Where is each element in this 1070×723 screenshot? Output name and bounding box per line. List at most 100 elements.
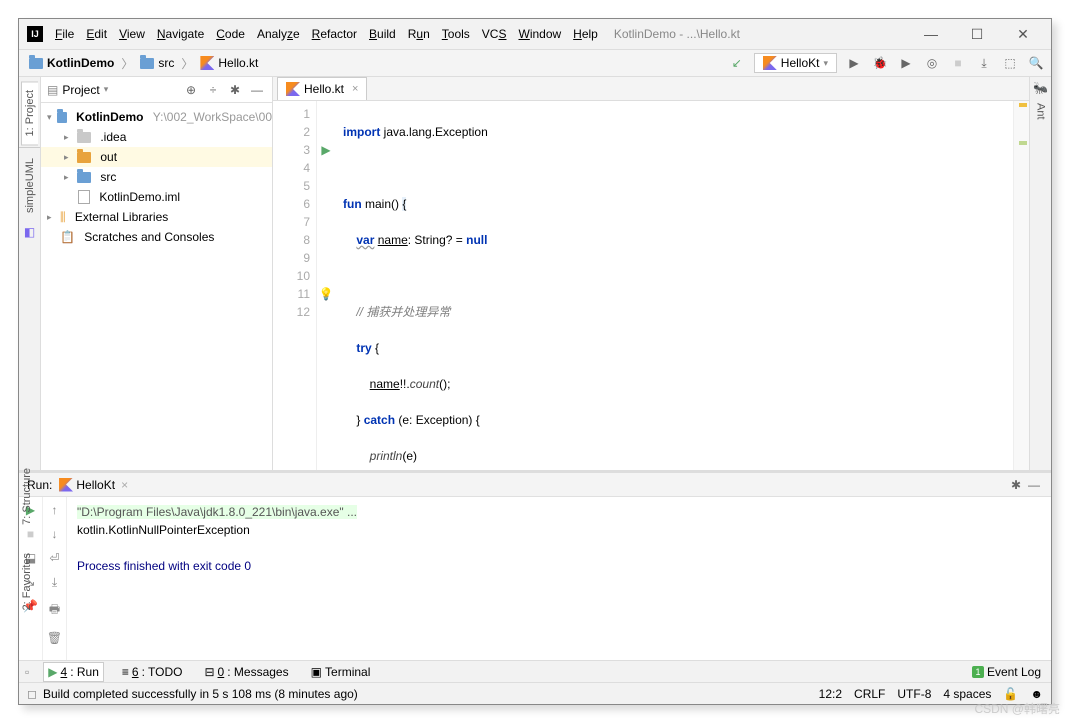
- kotlin-icon: [763, 56, 777, 70]
- run-toolbar-right: ↑ ↓ ⏎ ⤓ 🖶 🗑: [43, 497, 67, 660]
- print-button[interactable]: 🖶: [49, 600, 60, 621]
- menu-vcs[interactable]: VCS: [478, 25, 511, 43]
- tab-ant[interactable]: Ant: [1033, 95, 1049, 128]
- status-icon: ◻: [27, 687, 37, 701]
- left-lower-tabs: 7: Structure 2: Favorites: [19, 460, 41, 618]
- tree-src[interactable]: ▸ src: [41, 167, 272, 187]
- tree-iml[interactable]: KotlinDemo.iml: [41, 187, 272, 207]
- run-gutter-icon[interactable]: ▶: [321, 143, 330, 157]
- uml-icon: ◧: [24, 225, 35, 239]
- breadcrumb-src[interactable]: src: [136, 54, 178, 72]
- profile-button[interactable]: ◎: [923, 54, 941, 72]
- error-stripe[interactable]: [1013, 101, 1029, 470]
- readonly-icon[interactable]: 🔓: [1003, 687, 1018, 701]
- menu-run[interactable]: Run: [404, 25, 434, 43]
- code-content[interactable]: import java.lang.Exception fun main() { …: [335, 101, 1013, 470]
- bulb-icon[interactable]: 💡: [319, 287, 334, 301]
- minimize-button[interactable]: —: [919, 26, 943, 43]
- build-icon[interactable]: ↙: [728, 54, 746, 72]
- run-config-selector[interactable]: HelloKt ▾: [754, 53, 837, 73]
- project-tree: ▾ KotlinDemo Y:\002_WorkSpace\00 ▸ .idea…: [41, 103, 272, 251]
- maximize-button[interactable]: ☐: [965, 26, 989, 43]
- window-title: KotlinDemo - ...\Hello.kt: [614, 27, 740, 41]
- tree-scratch[interactable]: 📋 Scratches and Consoles: [41, 227, 272, 247]
- indent[interactable]: 4 spaces: [943, 687, 991, 701]
- inspector-icon[interactable]: ☻: [1030, 687, 1043, 701]
- tree-root[interactable]: ▾ KotlinDemo Y:\002_WorkSpace\00: [41, 107, 272, 127]
- gutter-icons: ▶ 💡: [317, 101, 335, 470]
- run-panel: Run: HelloKt × ✱ — ▶ ■ ⬓ ↘ 📌 ↑ ↓ ⏎ ⤓ 🖶 🗑: [19, 470, 1051, 660]
- run-button[interactable]: ▶: [845, 54, 863, 72]
- tab-terminal[interactable]: ▣ Terminal: [307, 663, 375, 681]
- run-config-name[interactable]: HelloKt: [76, 478, 115, 492]
- menubar: File Edit View Navigate Code Analyze Ref…: [51, 25, 602, 43]
- search-icon[interactable]: 🔍: [1027, 54, 1045, 72]
- editor-area: Hello.kt × 123456789101112 ▶ 💡 import ja…: [273, 77, 1029, 470]
- tab-run[interactable]: ▶4: Run: [43, 662, 104, 682]
- tab-eventlog[interactable]: 1 Event Log: [968, 663, 1045, 681]
- tab-project[interactable]: 1: Project: [21, 81, 38, 145]
- tab-favorites[interactable]: 2: Favorites: [19, 545, 35, 618]
- menu-build[interactable]: Build: [365, 25, 400, 43]
- project-view-icon: ▤: [47, 83, 58, 97]
- main-area: 1: Project simpleUML ◧ ▤ Project ▾ ⊕ ÷ ✱…: [19, 77, 1051, 470]
- close-tab-icon[interactable]: ×: [352, 83, 358, 95]
- tool-window-quick-access[interactable]: ▫: [25, 665, 29, 679]
- debug-button[interactable]: 🐞: [871, 54, 889, 72]
- vcs-button[interactable]: ⤓: [975, 54, 993, 72]
- breadcrumb-project[interactable]: KotlinDemo: [25, 54, 118, 72]
- menu-code[interactable]: Code: [212, 25, 249, 43]
- settings-icon[interactable]: ✱: [226, 81, 244, 99]
- hide-run-icon[interactable]: —: [1025, 476, 1043, 494]
- tab-todo[interactable]: ≡ 6: TODO: [118, 663, 187, 681]
- tab-structure[interactable]: 7: Structure: [19, 460, 35, 533]
- collapse-icon[interactable]: ÷: [204, 81, 222, 99]
- menu-tools[interactable]: Tools: [438, 25, 474, 43]
- menu-analyze[interactable]: Analyze: [253, 25, 304, 43]
- window-controls: — ☐ ✕: [919, 26, 1043, 43]
- menu-view[interactable]: View: [115, 25, 149, 43]
- close-button[interactable]: ✕: [1011, 26, 1035, 43]
- menu-navigate[interactable]: Navigate: [153, 25, 208, 43]
- menu-help[interactable]: Help: [569, 25, 602, 43]
- locate-icon[interactable]: ⊕: [182, 81, 200, 99]
- breadcrumb-file[interactable]: Hello.kt: [196, 54, 262, 72]
- stop-button[interactable]: ■: [949, 54, 967, 72]
- right-tool-tabs: 🐜 Ant: [1029, 77, 1051, 470]
- project-panel: ▤ Project ▾ ⊕ ÷ ✱ — ▾ KotlinDemo Y:\002_…: [41, 77, 273, 470]
- kotlin-icon: [200, 56, 214, 70]
- ide-window: IJ File Edit View Navigate Code Analyze …: [18, 18, 1052, 705]
- titlebar: IJ File Edit View Navigate Code Analyze …: [19, 19, 1051, 49]
- up-button[interactable]: ↑: [52, 503, 58, 517]
- line-numbers: 123456789101112: [273, 101, 317, 470]
- caret-position[interactable]: 12:2: [819, 687, 842, 701]
- menu-file[interactable]: File: [51, 25, 78, 43]
- project-label[interactable]: Project: [62, 83, 99, 97]
- run-settings-icon[interactable]: ✱: [1007, 476, 1025, 494]
- tab-simpleuml[interactable]: simpleUML: [22, 150, 38, 221]
- tab-messages[interactable]: ⊟ 0: Messages: [200, 663, 292, 681]
- editor-tabs: Hello.kt ×: [273, 77, 1029, 101]
- menu-edit[interactable]: Edit: [82, 25, 111, 43]
- clear-button[interactable]: 🗑: [47, 631, 62, 645]
- hide-icon[interactable]: —: [248, 81, 266, 99]
- encoding[interactable]: UTF-8: [897, 687, 931, 701]
- editor-body[interactable]: 123456789101112 ▶ 💡 import java.lang.Exc…: [273, 101, 1029, 470]
- layout-button[interactable]: ⬚: [1001, 54, 1019, 72]
- wrap-button[interactable]: ⏎: [49, 551, 59, 565]
- editor-tab-hello[interactable]: Hello.kt ×: [277, 77, 367, 100]
- console-output[interactable]: "D:\Program Files\Java\jdk1.8.0_221\bin\…: [67, 497, 1051, 660]
- line-separator[interactable]: CRLF: [854, 687, 885, 701]
- menu-window[interactable]: Window: [514, 25, 565, 43]
- tree-ext-lib[interactable]: ▸⫼ External Libraries: [41, 207, 272, 227]
- bottom-tool-tabs: ▫ ▶4: Run ≡ 6: TODO ⊟ 0: Messages ▣ Term…: [19, 660, 1051, 682]
- tree-idea[interactable]: ▸ .idea: [41, 127, 272, 147]
- menu-refactor[interactable]: Refactor: [308, 25, 361, 43]
- kotlin-icon: [59, 478, 73, 492]
- scroll-button[interactable]: ⤓: [52, 575, 57, 590]
- coverage-button[interactable]: ▶: [897, 54, 915, 72]
- ant-icon: 🐜: [1033, 81, 1048, 95]
- close-run-tab[interactable]: ×: [121, 478, 128, 492]
- tree-out[interactable]: ▸ out: [41, 147, 272, 167]
- down-button[interactable]: ↓: [52, 527, 58, 541]
